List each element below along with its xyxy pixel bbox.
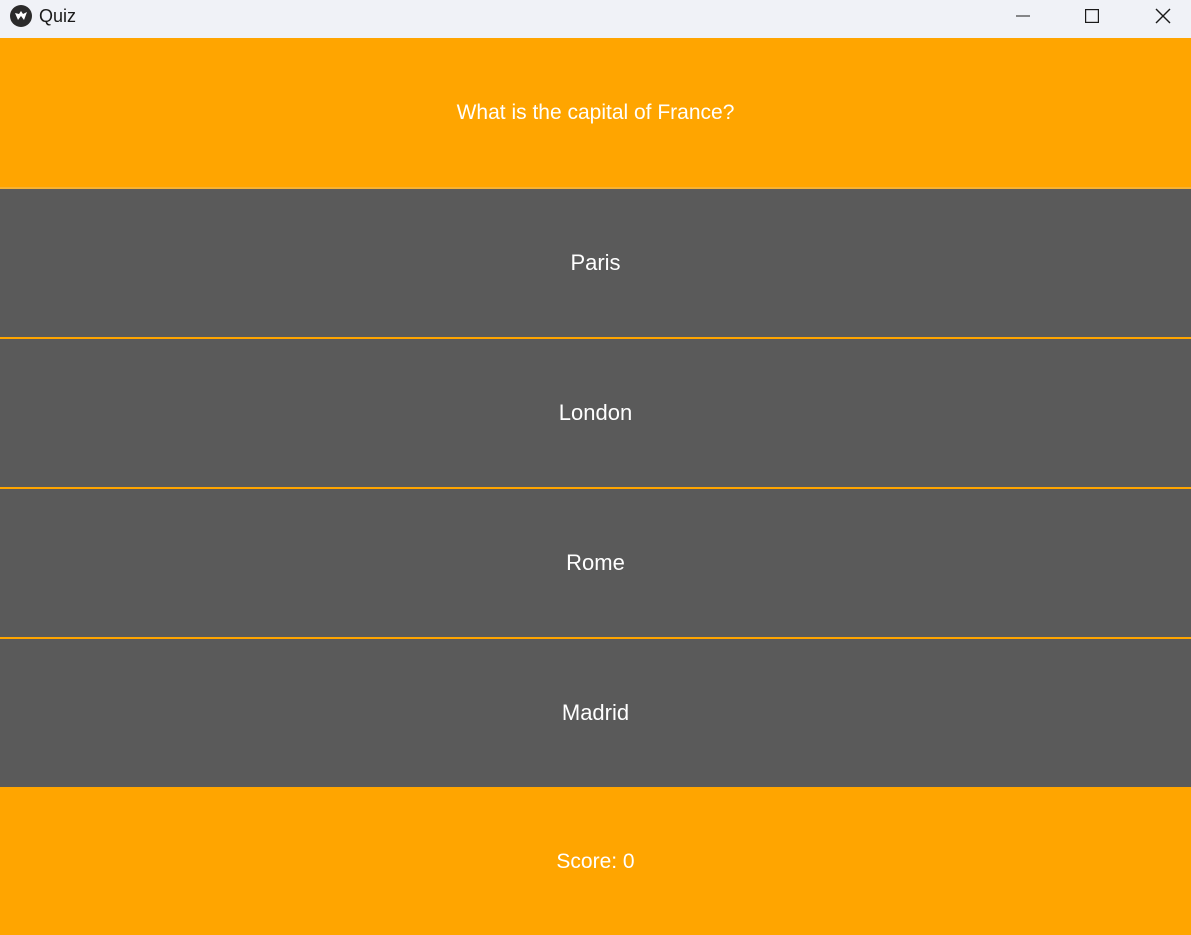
answer-label: Paris: [570, 250, 621, 275]
answer-button-madrid[interactable]: Madrid: [0, 639, 1191, 787]
question-text: What is the capital of France?: [456, 101, 735, 124]
answer-label: London: [558, 400, 633, 425]
answer-label: Rome: [566, 550, 625, 575]
answer-button-rome[interactable]: Rome: [0, 489, 1191, 637]
kivy-logo-icon: [10, 5, 32, 27]
answer-label: Madrid: [561, 700, 630, 725]
close-icon: [1155, 8, 1171, 24]
app-window: Quiz What is the capital of France? Pari…: [0, 0, 1191, 935]
question-panel: What is the capital of France?: [0, 38, 1191, 188]
maximize-icon: [1085, 9, 1099, 23]
minimize-button[interactable]: [1000, 0, 1046, 32]
score-panel: Score: 0: [0, 788, 1191, 935]
window-title: Quiz: [39, 6, 77, 26]
title-bar[interactable]: Quiz: [0, 0, 1191, 38]
close-button[interactable]: [1140, 0, 1186, 32]
minimize-icon: [1016, 15, 1030, 17]
score-text: Score: 0: [556, 849, 635, 873]
quiz-content: What is the capital of France? Paris Lon…: [0, 38, 1191, 935]
answer-button-paris[interactable]: Paris: [0, 189, 1191, 337]
answer-button-london[interactable]: London: [0, 339, 1191, 487]
maximize-button[interactable]: [1069, 0, 1115, 32]
